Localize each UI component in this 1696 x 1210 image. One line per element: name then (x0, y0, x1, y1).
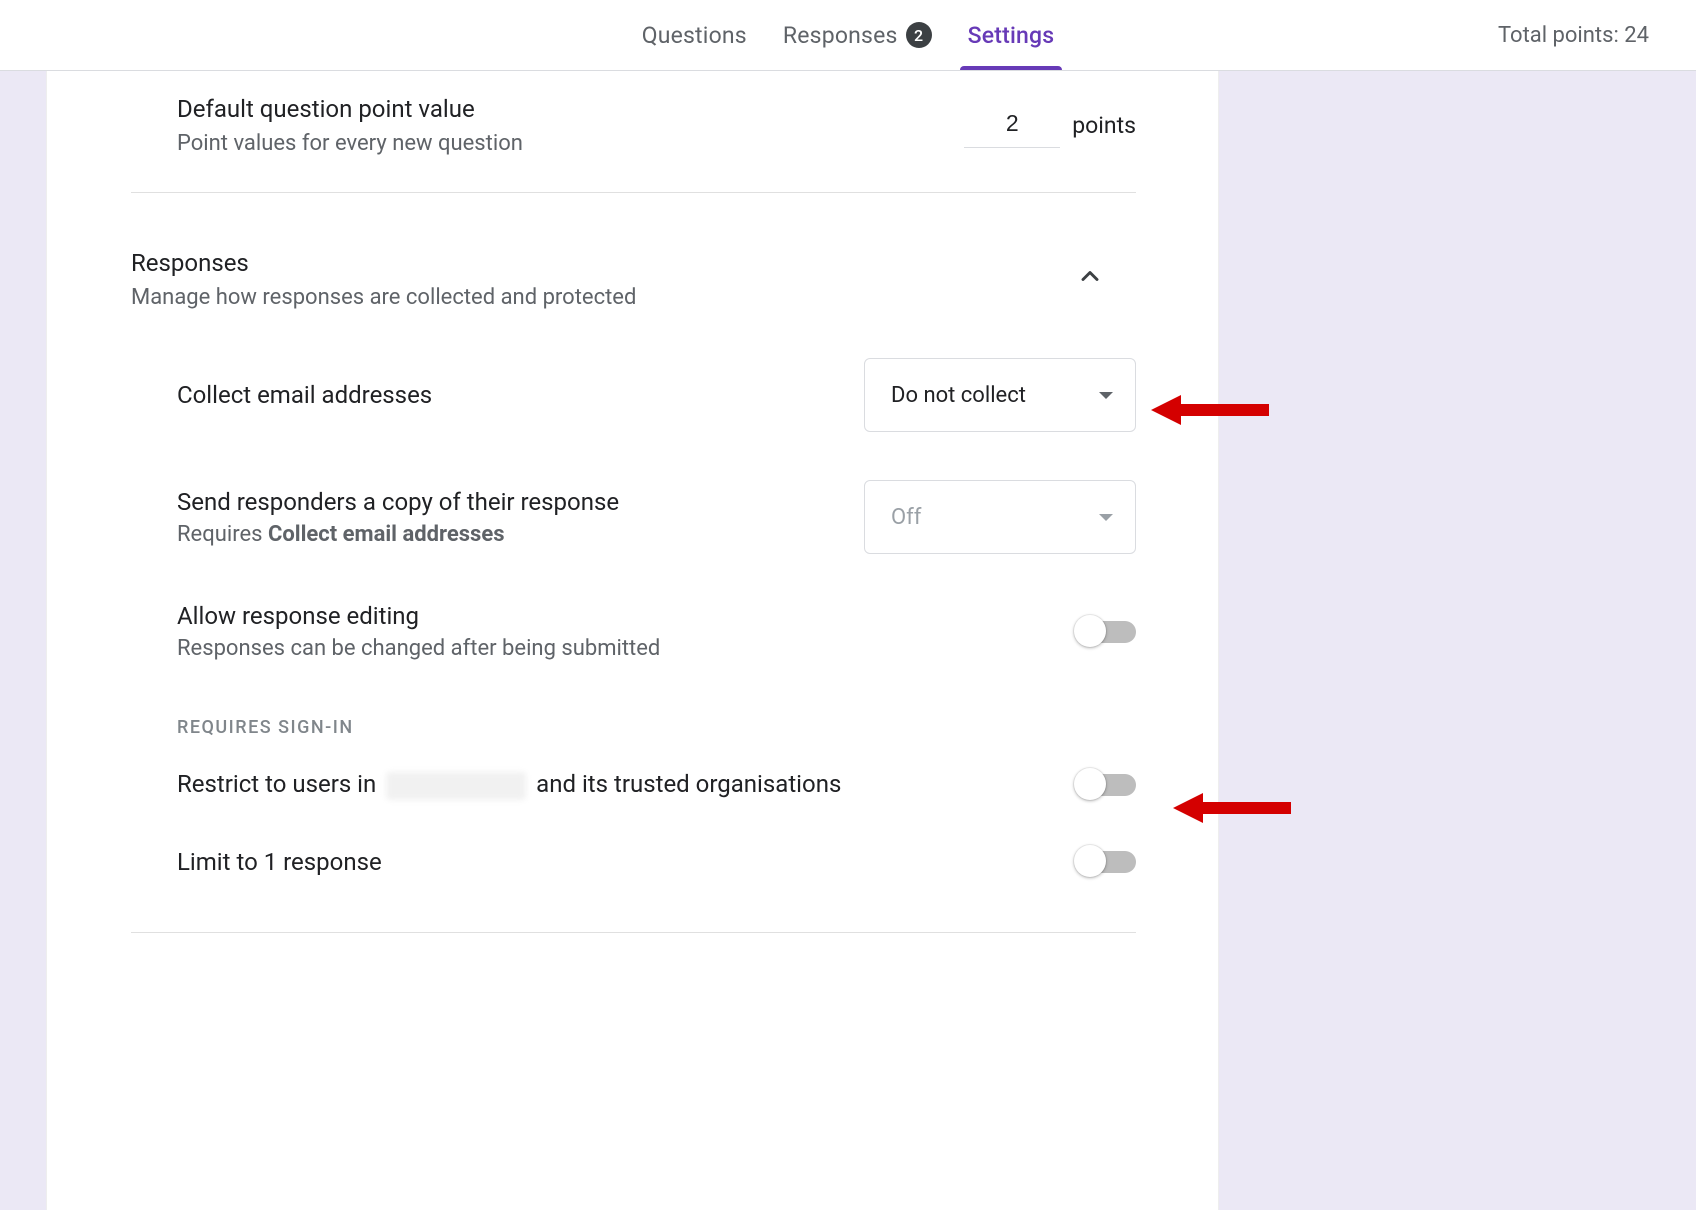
chevron-up-icon[interactable] (1076, 262, 1104, 298)
requires-signin-header: REQUIRES SIGN-IN (131, 685, 1136, 746)
allow-editing-label: Allow response editing (177, 602, 660, 630)
responses-section-title: Responses (131, 249, 636, 277)
toggle-thumb (1074, 845, 1106, 877)
send-copy-row: Send responders a copy of their response… (131, 456, 1136, 578)
send-copy-sub: Requires Collect email addresses (177, 522, 619, 547)
restrict-users-toggle[interactable] (1078, 774, 1136, 796)
limit-one-toggle[interactable] (1078, 851, 1136, 873)
default-point-title: Default question point value (177, 95, 523, 123)
send-copy-label: Send responders a copy of their response (177, 488, 619, 516)
settings-card: Default question point value Point value… (46, 71, 1219, 1210)
restrict-users-row: Restrict to users in and its trusted org… (131, 746, 1136, 824)
default-point-input[interactable] (964, 104, 1060, 148)
restrict-suffix: and its trusted organisations (530, 770, 841, 798)
send-copy-sub-prefix: Requires (177, 522, 268, 547)
allow-editing-labels: Allow response editing Responses can be … (177, 602, 660, 661)
default-point-controls: points (964, 104, 1136, 148)
toggle-thumb (1074, 768, 1106, 800)
send-copy-labels: Send responders a copy of their response… (177, 488, 619, 547)
tabs-bar: Questions Responses 2 Settings Total poi… (0, 0, 1696, 71)
allow-editing-toggle[interactable] (1078, 621, 1136, 643)
allow-editing-row: Allow response editing Responses can be … (131, 578, 1136, 685)
caret-down-icon (1099, 392, 1113, 399)
section-divider (131, 932, 1136, 933)
toggle-thumb (1074, 615, 1106, 647)
tab-responses-label: Responses (783, 22, 898, 49)
responses-section-header: Responses Manage how responses are colle… (131, 193, 1136, 310)
limit-one-row: Limit to 1 response (131, 824, 1136, 900)
collect-email-label: Collect email addresses (177, 381, 432, 409)
restrict-prefix: Restrict to users in (177, 770, 382, 798)
send-copy-value: Off (891, 505, 921, 530)
tab-questions[interactable]: Questions (642, 0, 747, 70)
limit-one-label: Limit to 1 response (177, 848, 382, 876)
restrict-users-label: Restrict to users in and its trusted org… (177, 770, 841, 800)
collect-email-value: Do not collect (891, 383, 1026, 408)
responses-count-badge: 2 (906, 22, 932, 48)
allow-editing-sub: Responses can be changed after being sub… (177, 636, 660, 661)
tab-settings[interactable]: Settings (968, 0, 1055, 70)
collect-email-row: Collect email addresses Do not collect (131, 310, 1136, 456)
tabs: Questions Responses 2 Settings (642, 0, 1055, 70)
responses-section-sub: Manage how responses are collected and p… (131, 285, 636, 310)
caret-down-icon (1099, 514, 1113, 521)
send-copy-dropdown[interactable]: Off (864, 480, 1136, 554)
default-point-labels: Default question point value Point value… (177, 95, 523, 156)
responses-section-labels: Responses Manage how responses are colle… (131, 249, 636, 310)
collect-email-dropdown[interactable]: Do not collect (864, 358, 1136, 432)
points-unit-label: points (1072, 112, 1136, 139)
total-points-label: Total points: 24 (1498, 23, 1649, 48)
org-name-redacted (386, 772, 526, 800)
send-copy-sub-bold: Collect email addresses (268, 522, 505, 547)
default-point-sub: Point values for every new question (177, 131, 523, 156)
tab-responses[interactable]: Responses 2 (783, 0, 932, 70)
default-point-value-row: Default question point value Point value… (131, 71, 1136, 193)
